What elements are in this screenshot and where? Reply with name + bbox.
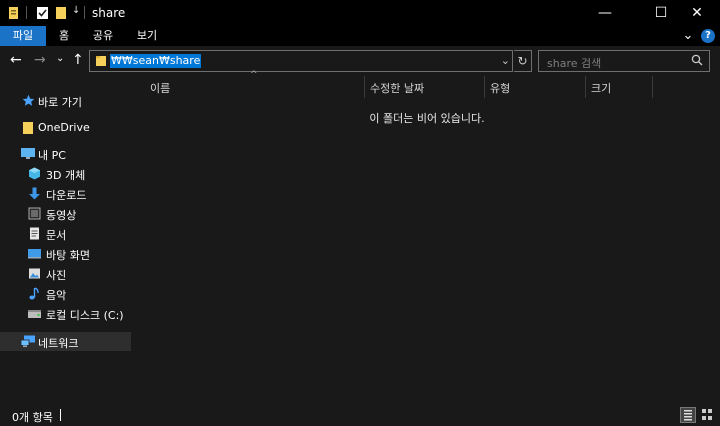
address-dropdown-icon[interactable]: ⌄ bbox=[501, 54, 510, 67]
music-icon bbox=[28, 287, 41, 300]
column-header-type[interactable]: 유형 bbox=[485, 76, 585, 96]
sidebar-item-label: 동영상 bbox=[46, 209, 77, 222]
tab-home[interactable]: 홈 bbox=[52, 26, 76, 46]
window-title: share bbox=[92, 6, 126, 20]
sidebar-item-label: 사진 bbox=[46, 269, 67, 282]
new-folder-icon[interactable] bbox=[55, 6, 68, 20]
folder-icon bbox=[95, 55, 107, 67]
customize-qa-icon[interactable]: ↓ bbox=[72, 5, 80, 16]
sidebar-item-label: 다운로드 bbox=[46, 189, 87, 202]
sidebar-item-onedrive[interactable]: OneDrive bbox=[0, 118, 131, 137]
sidebar-item-local-disk[interactable]: 로컬 디스크 (C:) bbox=[0, 304, 131, 323]
quick-access-divider bbox=[26, 6, 27, 19]
app-folder-icon bbox=[8, 6, 22, 20]
navigation-bar: ← → ⌄ ↑ ₩₩sean₩share ⌄ ↻ share 검색 bbox=[0, 46, 720, 76]
status-bar: 0개 항목 bbox=[0, 404, 720, 426]
item-count: 0개 항목 bbox=[12, 411, 53, 424]
search-icon bbox=[691, 54, 703, 66]
sidebar-item-network[interactable]: 네트워크 bbox=[0, 332, 131, 351]
sidebar-item-documents[interactable]: 문서 bbox=[0, 224, 131, 243]
column-header-name[interactable]: ^ 이름 bbox=[134, 70, 364, 96]
file-list: ^ 이름 수정한 날짜 유형 크기 이 폴더는 비어 있습니다. bbox=[134, 70, 720, 404]
back-button[interactable]: ← bbox=[10, 52, 22, 68]
ribbon-collapse-icon[interactable]: ⌄ bbox=[680, 26, 696, 46]
sidebar-item-3d-objects[interactable]: 3D 개체 bbox=[0, 164, 131, 183]
sidebar-item-label: 네트워크 bbox=[38, 337, 79, 350]
title-bar: ↓ share — ☐ ✕ bbox=[0, 0, 720, 26]
search-placeholder: share 검색 bbox=[547, 57, 602, 70]
folder-icon bbox=[22, 121, 35, 134]
title-divider bbox=[84, 6, 85, 19]
column-header-date-modified[interactable]: 수정한 날짜 bbox=[365, 76, 484, 96]
document-icon bbox=[28, 227, 41, 240]
tab-file[interactable]: 파일 bbox=[0, 26, 46, 46]
column-label: 이름 bbox=[150, 82, 171, 95]
sidebar-item-label: 바로 가기 bbox=[38, 96, 82, 109]
close-button[interactable]: ✕ bbox=[674, 0, 720, 26]
sidebar-item-label: 내 PC bbox=[38, 149, 66, 162]
network-icon bbox=[20, 335, 36, 348]
column-label: 크기 bbox=[591, 82, 612, 95]
recent-locations-button[interactable]: ⌄ bbox=[56, 53, 64, 64]
help-icon[interactable]: ? bbox=[701, 29, 715, 43]
forward-button[interactable]: → bbox=[34, 52, 46, 68]
sort-caret-icon: ^ bbox=[250, 70, 258, 80]
sidebar-item-label: 음악 bbox=[46, 289, 67, 302]
minimize-button[interactable]: — bbox=[582, 0, 628, 26]
refresh-button[interactable]: ↻ bbox=[514, 50, 532, 72]
video-icon bbox=[28, 207, 41, 220]
sidebar-item-music[interactable]: 음악 bbox=[0, 284, 131, 303]
drive-icon bbox=[27, 307, 42, 320]
tab-view[interactable]: 보기 bbox=[132, 26, 162, 46]
sidebar-item-this-pc[interactable]: 내 PC bbox=[0, 144, 131, 163]
sidebar-item-pictures[interactable]: 사진 bbox=[0, 264, 131, 283]
picture-icon bbox=[28, 267, 41, 280]
column-label: 유형 bbox=[490, 82, 511, 95]
sidebar-item-quick-access[interactable]: 바로 가기 bbox=[0, 91, 131, 110]
star-icon bbox=[22, 94, 35, 107]
column-label: 수정한 날짜 bbox=[370, 82, 425, 95]
sidebar-item-desktop[interactable]: 바탕 화면 bbox=[0, 244, 131, 263]
sidebar-item-label: 문서 bbox=[46, 229, 67, 242]
sidebar-item-videos[interactable]: 동영상 bbox=[0, 204, 131, 223]
sidebar-item-label: 바탕 화면 bbox=[46, 249, 90, 262]
sidebar-item-downloads[interactable]: 다운로드 bbox=[0, 184, 131, 203]
empty-folder-message: 이 폴더는 비어 있습니다. bbox=[369, 112, 485, 125]
download-icon bbox=[28, 187, 41, 200]
up-button[interactable]: ↑ bbox=[72, 52, 84, 68]
properties-check-icon[interactable] bbox=[36, 6, 49, 20]
column-header-size[interactable]: 크기 bbox=[586, 76, 652, 96]
address-bar[interactable]: ₩₩sean₩share ⌄ bbox=[89, 50, 513, 72]
tab-share[interactable]: 공유 bbox=[88, 26, 118, 46]
large-icons-view-button[interactable] bbox=[699, 407, 715, 423]
sidebar-item-label: 3D 개체 bbox=[46, 169, 86, 182]
monitor-icon bbox=[20, 147, 36, 160]
navigation-pane: 바로 가기 OneDrive 내 PC 3D 개체 다운로드 동영상 문서 바탕… bbox=[0, 76, 134, 404]
status-divider bbox=[60, 409, 61, 421]
column-divider[interactable] bbox=[652, 76, 653, 98]
cube-icon bbox=[28, 167, 41, 180]
address-path[interactable]: ₩₩sean₩share bbox=[110, 54, 202, 68]
sidebar-item-label: OneDrive bbox=[38, 121, 90, 134]
desktop-icon bbox=[27, 247, 42, 260]
details-view-button[interactable] bbox=[680, 407, 696, 423]
search-input[interactable]: share 검색 bbox=[538, 50, 710, 72]
sidebar-item-label: 로컬 디스크 (C:) bbox=[46, 309, 124, 322]
ribbon-tabs: 파일 홈 공유 보기 ⌄ ? bbox=[0, 26, 720, 46]
